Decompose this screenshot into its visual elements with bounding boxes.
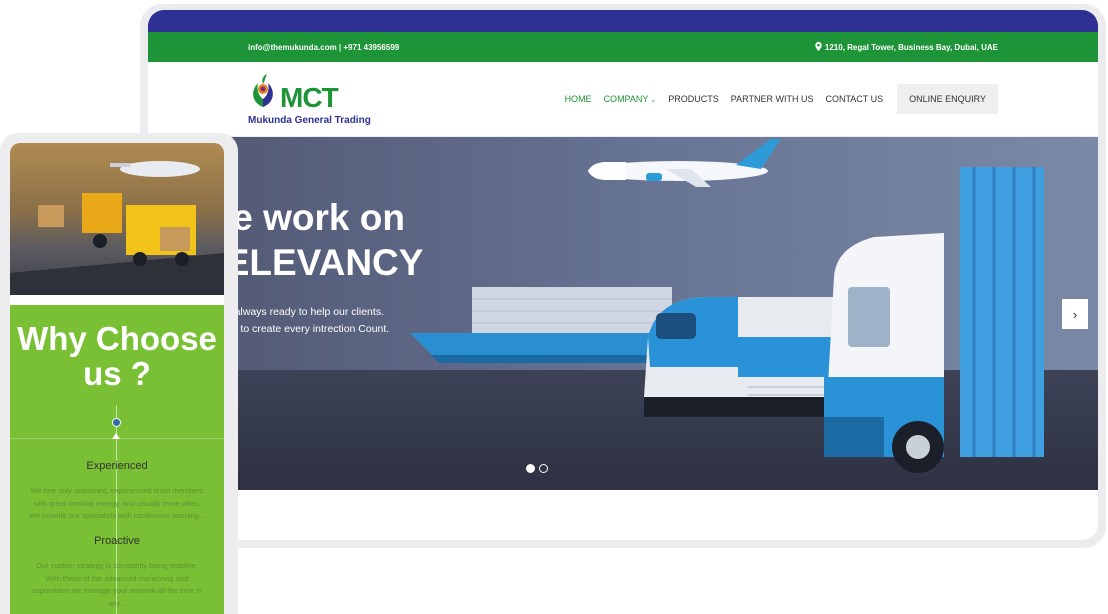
site-logo[interactable]: MCT Mukunda General Trading [248,73,371,126]
desktop-mockup-frame: info@themukunda.com | +971 43956599 1210… [140,4,1106,548]
nav-item-products[interactable]: PRODUCTS [668,94,719,104]
logo-company-name: Mukunda General Trading [248,114,371,126]
contact-topbar: info@themukunda.com | +971 43956599 1210… [148,32,1098,62]
peacock-feather-icon [248,73,278,112]
logistics-image [10,143,224,295]
browser-top-bar [148,10,1098,32]
why-choose-section: Why Choose us ? Experienced We hire only… [10,305,224,614]
slider-next-button[interactable]: › [1062,299,1088,329]
slider-dot-2[interactable] [539,464,548,473]
nav-item-contact[interactable]: CONTACT US [825,94,883,104]
nav-menu: HOME COMPANY ⌄ PRODUCTS PARTNER WITH US C… [553,84,998,114]
contact-info[interactable]: info@themukunda.com | +971 43956599 [248,43,399,52]
nav-item-company-label: COMPANY [603,94,649,104]
nav-item-home[interactable]: HOME [565,94,592,104]
logo-letters: MCT [280,81,339,113]
map-pin-icon [815,41,822,53]
main-navbar: MCT Mukunda General Trading HOME COMPANY… [148,62,1098,137]
mobile-mockup-frame: Why Choose us ? Experienced We hire only… [0,133,238,614]
timeline-dot [112,418,121,427]
nav-item-partner[interactable]: PARTNER WITH US [731,94,814,104]
logistics-illustration [10,161,224,295]
address-text: 1210, Regal Tower, Business Bay, Dubai, … [824,42,998,52]
chevron-right-icon: › [1072,306,1078,322]
nav-item-company[interactable]: COMPANY ⌄ [604,94,657,104]
chevron-down-icon: ⌄ [650,97,657,104]
desktop-screen: info@themukunda.com | +971 43956599 1210… [148,10,1098,540]
item-experienced-title: Experienced [86,460,148,472]
online-enquiry-button[interactable]: ONLINE ENQUIRY [897,84,998,114]
timeline-arrow-icon [112,433,120,439]
logo-mark: MCT [248,73,339,113]
item-proactive-title: Proactive [94,535,140,547]
slider-dots [526,464,548,473]
hero-slider: We work on RELEVANCY We are always ready… [148,137,1098,490]
item-proactive-text: Our custom strategy is constantly being … [31,561,203,608]
address-info: 1210, Regal Tower, Business Bay, Dubai, … [815,41,998,53]
truck-illustration [824,167,1044,473]
why-choose-heading: Why Choose us ? [17,320,217,392]
mobile-screen: Why Choose us ? Experienced We hire only… [10,143,224,614]
item-experienced-text: We hire only seasoned, experienced team … [28,486,206,520]
slider-dot-1[interactable] [526,464,535,473]
airplane-illustration [588,139,781,187]
